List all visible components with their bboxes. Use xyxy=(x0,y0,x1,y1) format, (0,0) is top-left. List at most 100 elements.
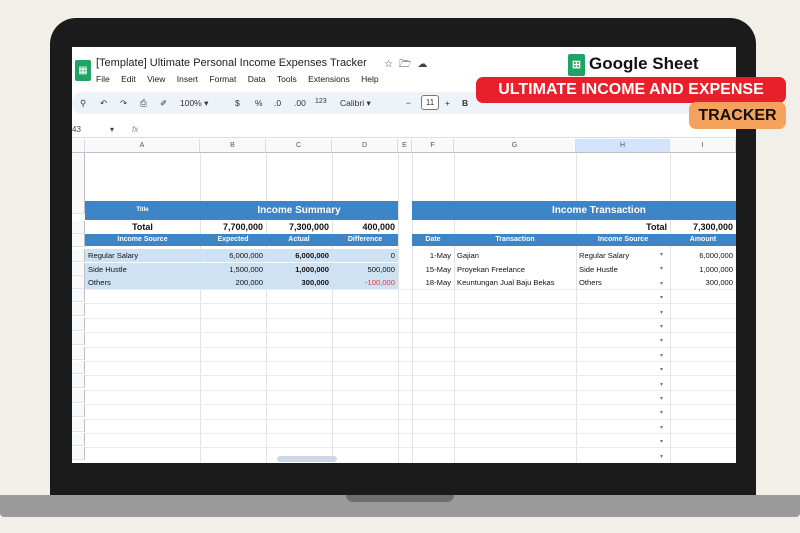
more-formats-button[interactable]: 123 xyxy=(315,98,327,105)
chevron-down-icon[interactable]: ▾ xyxy=(660,438,663,445)
menu-tools[interactable]: Tools xyxy=(277,74,297,84)
column-header-e[interactable]: E xyxy=(398,139,412,153)
corner-select-all[interactable] xyxy=(72,139,85,153)
percent-format-button[interactable]: % xyxy=(255,98,263,108)
summary-row-difference[interactable]: 500,000 xyxy=(332,263,398,276)
transaction-source-dropdown[interactable]: Regular Salary xyxy=(576,249,670,262)
chevron-down-icon[interactable]: ▾ xyxy=(660,409,663,416)
income-transaction-header[interactable]: Income Transaction xyxy=(412,201,736,220)
transaction-col-date[interactable]: Date xyxy=(412,234,454,246)
transaction-amount[interactable]: 1,000,000 xyxy=(670,263,736,276)
transaction-col-amount[interactable]: Amount xyxy=(670,234,736,246)
row-header[interactable] xyxy=(72,303,85,317)
summary-row-source[interactable]: Regular Salary xyxy=(85,249,200,262)
summary-row-expected[interactable]: 6,000,000 xyxy=(200,249,266,262)
print-icon[interactable]: ⎙ xyxy=(140,98,147,109)
paint-format-icon[interactable]: ✐ xyxy=(160,98,167,109)
transaction-total-amount[interactable]: 7,300,000 xyxy=(670,221,736,234)
summary-row-source[interactable]: Side Hustle xyxy=(85,263,200,276)
column-header-i[interactable]: I xyxy=(670,139,736,153)
font-size-input[interactable]: 11 xyxy=(421,95,439,110)
row-header[interactable] xyxy=(72,375,85,389)
column-header-f[interactable]: F xyxy=(412,139,454,153)
summary-col-difference[interactable]: Difference xyxy=(332,234,398,246)
menu-help[interactable]: Help xyxy=(361,74,378,84)
chevron-down-icon[interactable]: ▾ xyxy=(660,265,663,272)
summary-title-label[interactable]: Title xyxy=(85,201,200,220)
summary-row-actual[interactable]: 1,000,000 xyxy=(266,263,332,276)
transaction-date[interactable]: 15-May xyxy=(412,263,454,276)
chevron-down-icon[interactable]: ▾ xyxy=(660,251,663,258)
transaction-amount[interactable]: 6,000,000 xyxy=(670,249,736,262)
chevron-down-icon[interactable]: ▾ xyxy=(110,125,114,134)
cloud-status-icon[interactable]: ☁ xyxy=(417,59,433,70)
menu-insert[interactable]: Insert xyxy=(177,74,198,84)
row-header[interactable] xyxy=(72,221,85,234)
row-header[interactable] xyxy=(72,404,85,418)
summary-row-actual[interactable]: 6,000,000 xyxy=(266,249,332,262)
increase-decimal-icon[interactable]: .00 xyxy=(294,98,306,108)
summary-row-expected[interactable]: 1,500,000 xyxy=(200,263,266,276)
summary-total-actual[interactable]: 7,300,000 xyxy=(266,221,332,234)
transaction-col-income-source[interactable]: Income Source xyxy=(576,234,670,246)
row-header[interactable] xyxy=(72,249,85,262)
menu-edit[interactable]: Edit xyxy=(121,74,136,84)
summary-total-difference[interactable]: 400,000 xyxy=(332,221,398,234)
search-menus-icon[interactable]: ⚲ xyxy=(80,98,86,109)
row-header[interactable] xyxy=(72,447,85,461)
summary-col-expected[interactable]: Expected xyxy=(200,234,266,246)
chevron-down-icon[interactable]: ▾ xyxy=(660,381,663,388)
increase-font-size-icon[interactable]: + xyxy=(445,98,450,108)
chevron-down-icon[interactable]: ▾ xyxy=(660,424,663,431)
sheets-logo-icon[interactable]: ▦ xyxy=(75,60,91,81)
row-header[interactable] xyxy=(72,234,85,247)
chevron-down-icon[interactable]: ▾ xyxy=(660,352,663,359)
chevron-down-icon[interactable]: ▾ xyxy=(660,323,663,330)
row-header[interactable] xyxy=(72,346,85,360)
menu-extensions[interactable]: Extensions xyxy=(308,74,350,84)
chevron-down-icon[interactable]: ▾ xyxy=(660,366,663,373)
column-header-g[interactable]: G xyxy=(454,139,576,153)
summary-row-source[interactable]: Others xyxy=(85,276,200,289)
move-folder-icon[interactable]: 🗁 xyxy=(399,59,417,70)
menu-file[interactable]: File xyxy=(96,74,110,84)
column-header-d[interactable]: D xyxy=(332,139,398,153)
transaction-col-transaction[interactable]: Transaction xyxy=(454,234,576,246)
decrease-decimal-icon[interactable]: .0 xyxy=(274,98,281,108)
menu-format[interactable]: Format xyxy=(209,74,236,84)
zoom-select[interactable]: 100% ▾ xyxy=(180,98,208,109)
name-box[interactable]: 43 xyxy=(72,125,81,134)
redo-icon[interactable]: ↷ xyxy=(120,98,127,109)
transaction-amount[interactable]: 300,000 xyxy=(670,276,736,289)
column-header-b[interactable]: B xyxy=(200,139,266,153)
undo-icon[interactable]: ↶ xyxy=(100,98,107,109)
chevron-down-icon[interactable]: ▾ xyxy=(660,280,663,287)
bold-icon[interactable]: B xyxy=(462,98,468,108)
income-summary-header[interactable]: Income Summary xyxy=(200,201,398,220)
transaction-date[interactable]: 1-May xyxy=(412,249,454,262)
row-header[interactable] xyxy=(72,433,85,446)
row-header[interactable] xyxy=(72,201,85,214)
row-header[interactable] xyxy=(72,276,85,289)
row-header[interactable] xyxy=(72,317,85,331)
summary-total-expected[interactable]: 7,700,000 xyxy=(200,221,266,234)
transaction-name[interactable]: Keuntungan Jual Baju Bekas xyxy=(454,276,576,289)
summary-row-expected[interactable]: 200,000 xyxy=(200,276,266,289)
chevron-down-icon[interactable]: ▾ xyxy=(660,309,663,316)
column-header-a[interactable]: A xyxy=(85,139,200,153)
chevron-down-icon[interactable]: ▾ xyxy=(660,294,663,301)
transaction-total-label[interactable]: Total xyxy=(576,221,670,234)
row-header[interactable] xyxy=(72,389,85,403)
spreadsheet-grid[interactable]: A B C D E F G H I Title Income Summary T xyxy=(72,139,736,463)
currency-format-button[interactable]: $ xyxy=(235,98,240,108)
menu-data[interactable]: Data xyxy=(248,74,266,84)
horizontal-scrollbar[interactable] xyxy=(277,456,337,462)
row-header[interactable] xyxy=(72,263,85,276)
transaction-name[interactable]: Proyekan Freelance xyxy=(454,263,576,276)
chevron-down-icon[interactable]: ▾ xyxy=(660,395,663,402)
column-header-h[interactable]: H xyxy=(576,139,670,153)
summary-total-label[interactable]: Total xyxy=(85,221,200,234)
chevron-down-icon[interactable]: ▾ xyxy=(660,337,663,344)
summary-row-actual[interactable]: 300,000 xyxy=(266,276,332,289)
star-icon[interactable]: ☆ xyxy=(384,59,399,70)
